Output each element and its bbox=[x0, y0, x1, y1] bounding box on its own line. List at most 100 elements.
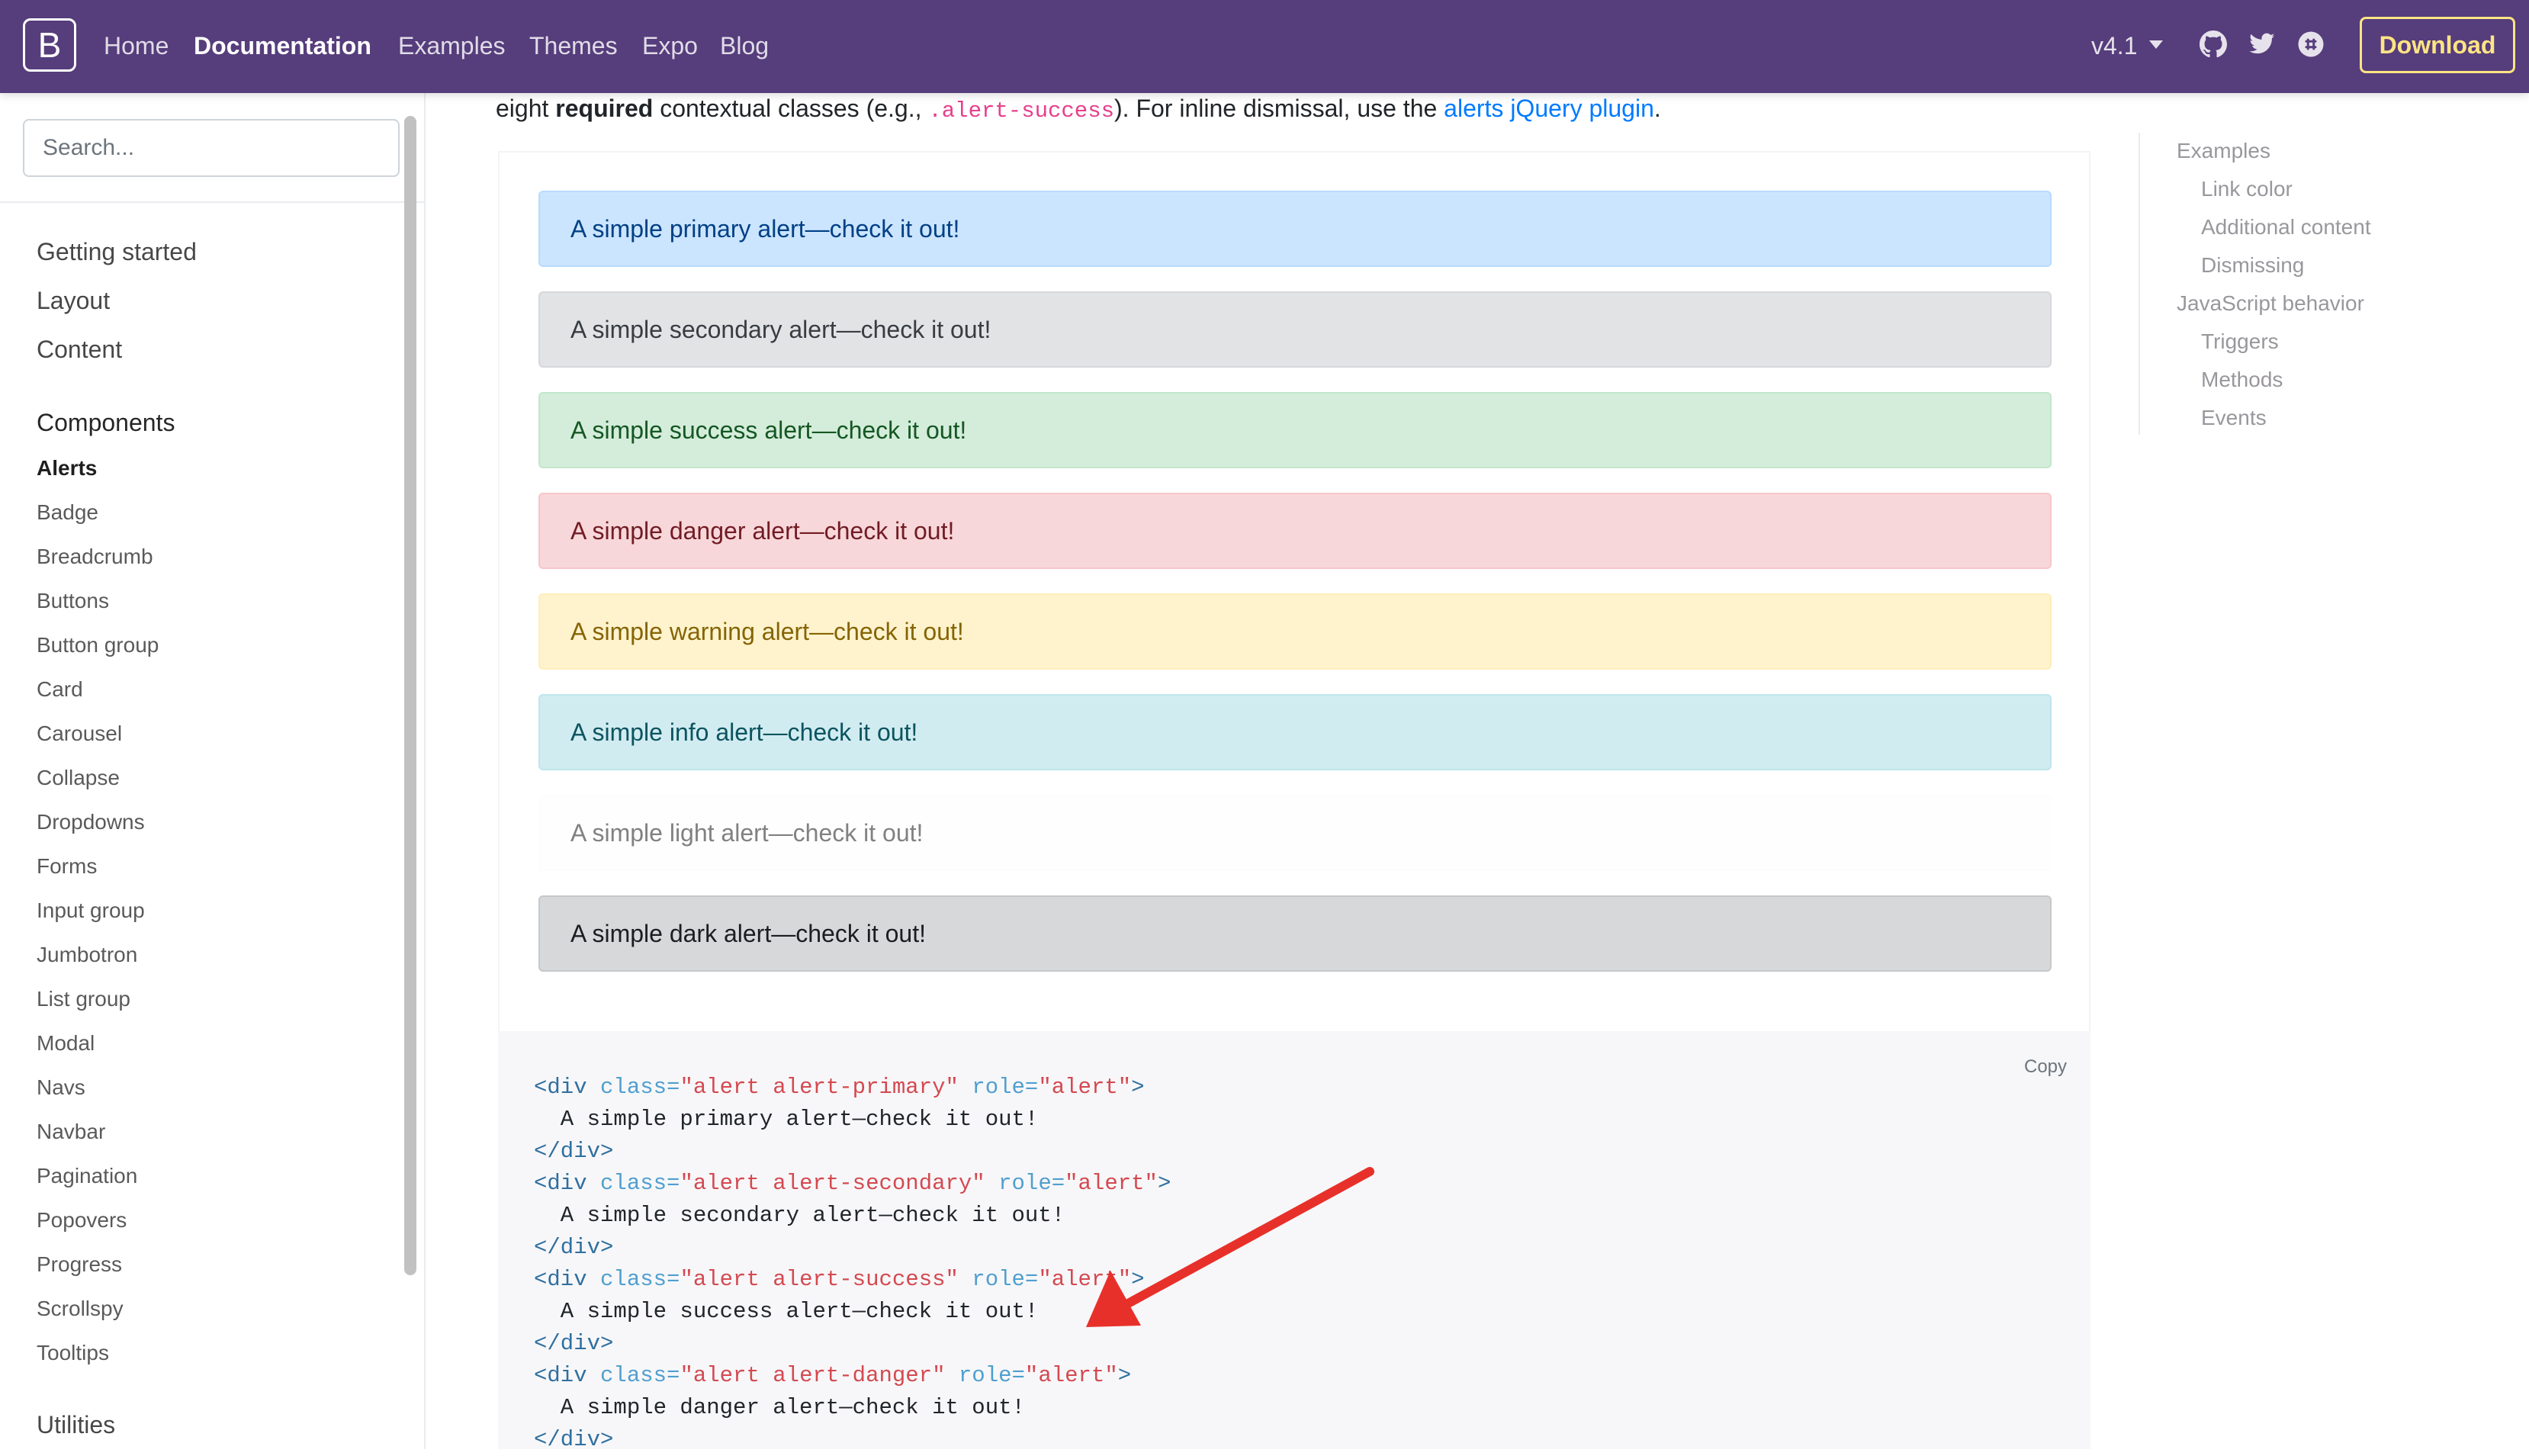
code-token: <div bbox=[534, 1075, 601, 1100]
nav-link-themes[interactable]: Themes bbox=[529, 31, 618, 61]
sidebar-link-list-group[interactable]: List group bbox=[37, 985, 130, 1013]
code-token: <div bbox=[534, 1267, 601, 1292]
sidebar-link-progress[interactable]: Progress bbox=[37, 1251, 122, 1278]
code-token: A simple success alert—check it out! bbox=[534, 1299, 1039, 1324]
sidebar-link-badge[interactable]: Badge bbox=[37, 499, 98, 526]
alert-info: A simple info alert—check it out! bbox=[538, 694, 2052, 770]
alert-warning: A simple warning alert—check it out! bbox=[538, 593, 2052, 670]
code-line: </div> bbox=[534, 1328, 613, 1360]
sidebar-link-navs[interactable]: Navs bbox=[37, 1074, 85, 1101]
sidebar-item-getting-started[interactable]: Getting started bbox=[37, 236, 197, 267]
sidebar-link-tooltips[interactable]: Tooltips bbox=[37, 1339, 109, 1367]
code-token: <div bbox=[534, 1363, 601, 1388]
slack-icon[interactable] bbox=[2297, 31, 2325, 58]
sidebar-link-carousel[interactable]: Carousel bbox=[37, 720, 122, 747]
code-line: A simple danger alert—check it out! bbox=[534, 1392, 1025, 1424]
sidebar-link-dropdowns[interactable]: Dropdowns bbox=[37, 808, 145, 836]
sidebar-item-layout[interactable]: Layout bbox=[37, 285, 110, 316]
code-token: </div> bbox=[534, 1427, 614, 1452]
code-token: "alert" bbox=[1065, 1171, 1158, 1196]
sidebar-item-utilities[interactable]: Utilities bbox=[37, 1409, 115, 1440]
inline-code: .alert-success bbox=[928, 98, 1115, 124]
sidebar-link-input-group[interactable]: Input group bbox=[37, 897, 145, 924]
code-token: role= bbox=[985, 1171, 1065, 1196]
intro-paragraph: eight required contextual classes (e.g.,… bbox=[496, 95, 1661, 124]
toc-link-javascript-behavior[interactable]: JavaScript behavior bbox=[2177, 290, 2364, 317]
code-token: > bbox=[1157, 1171, 1171, 1196]
code-token: class= bbox=[600, 1267, 680, 1292]
sidebar-item-components[interactable]: Components bbox=[37, 407, 175, 438]
code-line: <div class="alert alert-danger" role="al… bbox=[534, 1360, 1131, 1392]
alert-success: A simple success alert—check it out! bbox=[538, 392, 2052, 468]
alert-danger: A simple danger alert—check it out! bbox=[538, 493, 2052, 569]
chevron-down-icon bbox=[2149, 40, 2163, 49]
version-dropdown[interactable]: v4.1 bbox=[2091, 31, 2137, 61]
toc-link-methods[interactable]: Methods bbox=[2201, 366, 2283, 394]
sidebar-link-alerts[interactable]: Alerts bbox=[37, 455, 97, 482]
sidebar-link-scrollspy[interactable]: Scrollspy bbox=[37, 1295, 124, 1323]
copy-button[interactable]: Copy bbox=[2024, 1056, 2067, 1078]
code-line: <div class="alert alert-primary" role="a… bbox=[534, 1072, 1145, 1104]
toc-link-link-color[interactable]: Link color bbox=[2201, 175, 2293, 203]
twitter-icon[interactable] bbox=[2248, 31, 2276, 58]
alert-secondary: A simple secondary alert—check it out! bbox=[538, 291, 2052, 368]
sidebar-search-area bbox=[0, 93, 424, 203]
code-token: <div bbox=[534, 1171, 601, 1196]
code-token: role= bbox=[958, 1267, 1039, 1292]
code-token: role= bbox=[958, 1075, 1039, 1100]
code-line: </div> bbox=[534, 1424, 613, 1456]
bootstrap-logo[interactable]: B bbox=[23, 18, 76, 72]
download-button[interactable]: Download bbox=[2360, 17, 2515, 73]
alerts-jquery-plugin-link[interactable]: alerts jQuery plugin bbox=[1444, 95, 1654, 122]
code-token: "alert alert-success" bbox=[680, 1267, 959, 1292]
code-token: "alert alert-secondary" bbox=[680, 1171, 985, 1196]
sidebar-link-card[interactable]: Card bbox=[37, 676, 83, 703]
nav-link-documentation[interactable]: Documentation bbox=[194, 31, 371, 61]
code-token: </div> bbox=[534, 1139, 614, 1164]
sidebar-link-navbar[interactable]: Navbar bbox=[37, 1118, 105, 1146]
sidebar-link-popovers[interactable]: Popovers bbox=[37, 1207, 127, 1234]
sidebar-link-forms[interactable]: Forms bbox=[37, 853, 97, 880]
search-input[interactable] bbox=[23, 119, 400, 177]
code-token: </div> bbox=[534, 1235, 614, 1260]
alert-primary: A simple primary alert—check it out! bbox=[538, 191, 2052, 267]
code-token: "alert" bbox=[1024, 1363, 1118, 1388]
top-navbar: B Home Documentation Examples Themes Exp… bbox=[0, 0, 2529, 93]
toc-link-examples[interactable]: Examples bbox=[2177, 137, 2270, 165]
code-token: > bbox=[1131, 1075, 1145, 1100]
toc-link-dismissing[interactable]: Dismissing bbox=[2201, 252, 2304, 279]
code-token: class= bbox=[600, 1363, 680, 1388]
toc-link-events[interactable]: Events bbox=[2201, 404, 2267, 432]
sidebar-link-button-group[interactable]: Button group bbox=[37, 632, 159, 659]
sidebar-link-collapse[interactable]: Collapse bbox=[37, 764, 120, 792]
code-line: <div class="alert alert-secondary" role=… bbox=[534, 1168, 1171, 1200]
nav-link-blog[interactable]: Blog bbox=[720, 31, 769, 61]
nav-link-examples[interactable]: Examples bbox=[398, 31, 506, 61]
code-token: class= bbox=[600, 1171, 680, 1196]
sidebar-item-content[interactable]: Content bbox=[37, 334, 122, 365]
sidebar-link-buttons[interactable]: Buttons bbox=[37, 587, 109, 615]
github-icon[interactable] bbox=[2200, 31, 2227, 58]
code-token: > bbox=[1131, 1267, 1145, 1292]
sidebar-link-breadcrumb[interactable]: Breadcrumb bbox=[37, 543, 153, 571]
toc-link-additional-content[interactable]: Additional content bbox=[2201, 214, 2371, 241]
code-line: A simple secondary alert—check it out! bbox=[534, 1200, 1065, 1232]
sidebar-link-modal[interactable]: Modal bbox=[37, 1030, 95, 1057]
code-token: role= bbox=[945, 1363, 1025, 1388]
nav-link-home[interactable]: Home bbox=[104, 31, 169, 61]
code-token: "alert" bbox=[1038, 1075, 1132, 1100]
toc-divider bbox=[2139, 133, 2140, 435]
nav-link-expo[interactable]: Expo bbox=[642, 31, 698, 61]
required-text: required bbox=[555, 95, 654, 122]
sidebar-link-pagination[interactable]: Pagination bbox=[37, 1162, 137, 1190]
code-token: "alert alert-danger" bbox=[680, 1363, 946, 1388]
code-token: "alert" bbox=[1038, 1267, 1132, 1292]
code-token: class= bbox=[600, 1075, 680, 1100]
code-token: > bbox=[1117, 1363, 1132, 1388]
alert-dark: A simple dark alert—check it out! bbox=[538, 895, 2052, 972]
sidebar-link-jumbotron[interactable]: Jumbotron bbox=[37, 941, 137, 969]
sidebar-scrollbar[interactable] bbox=[404, 116, 416, 1275]
code-line: A simple success alert—check it out! bbox=[534, 1296, 1039, 1328]
toc-link-triggers[interactable]: Triggers bbox=[2201, 328, 2279, 355]
code-token: "alert alert-primary" bbox=[680, 1075, 959, 1100]
